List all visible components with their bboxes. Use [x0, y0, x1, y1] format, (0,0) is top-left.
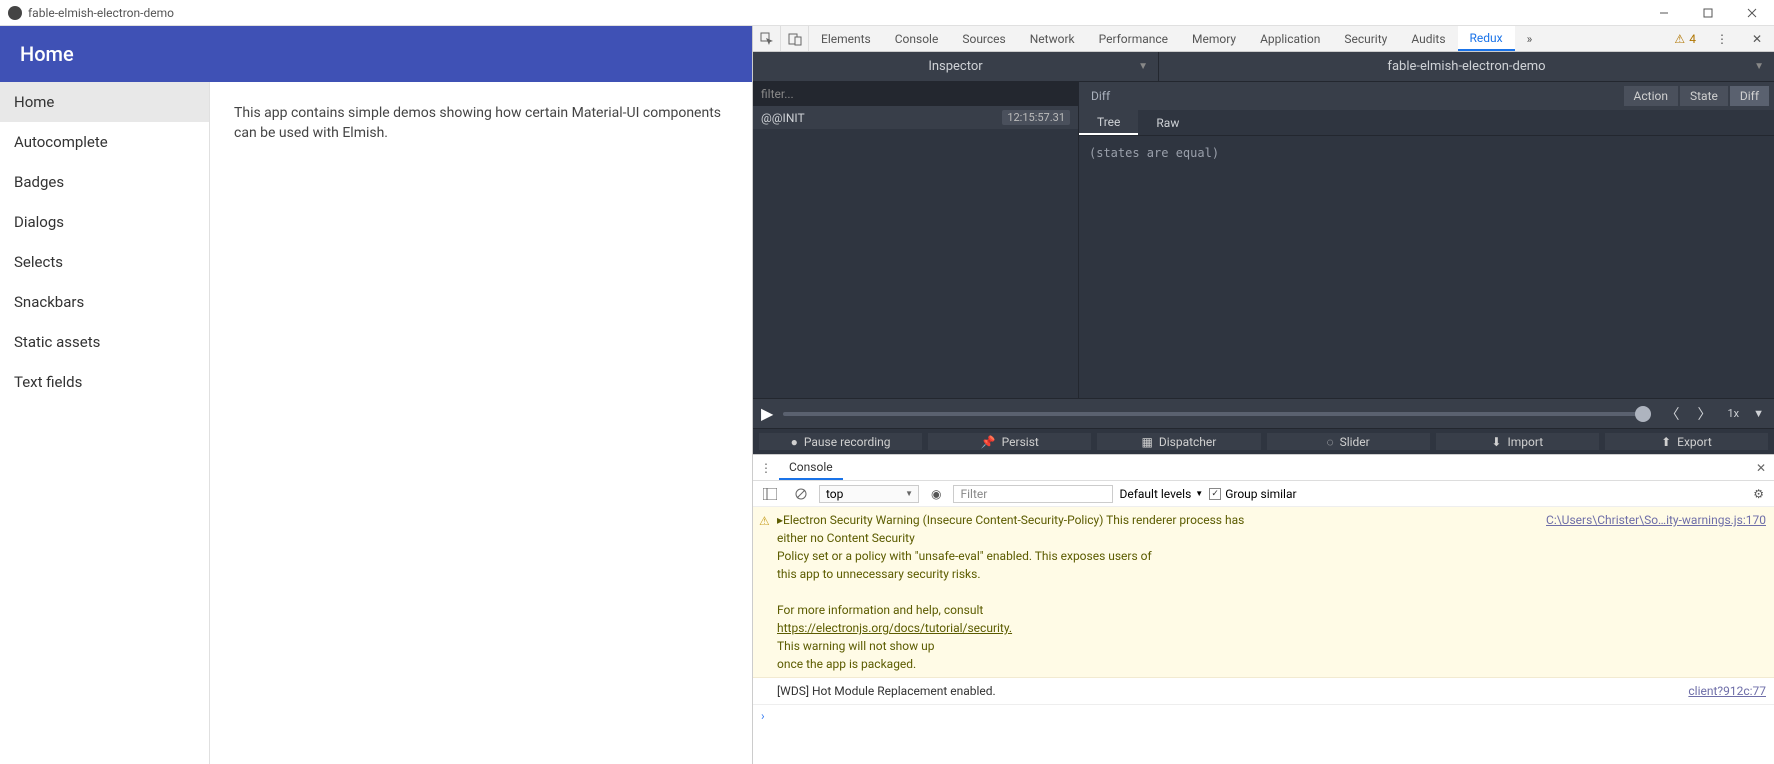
- sidebar-item-snackbars[interactable]: Snackbars: [0, 282, 209, 322]
- devtools-pane: Elements Console Sources Network Perform…: [752, 26, 1774, 764]
- play-icon[interactable]: ▶: [761, 404, 773, 423]
- devtools-menu-icon[interactable]: ⋮: [1704, 26, 1740, 51]
- console-menu-icon[interactable]: ⋮: [753, 461, 779, 475]
- help-link[interactable]: https://electronjs.org/docs/tutorial/sec…: [777, 621, 1012, 635]
- slider-icon: ◌: [1326, 435, 1333, 449]
- main-content: This app contains simple demos showing h…: [210, 82, 752, 764]
- page-title: Home: [20, 42, 74, 66]
- tab-audits[interactable]: Audits: [1399, 26, 1457, 51]
- tabs-overflow-icon[interactable]: »: [1515, 26, 1545, 51]
- warning-icon: ⚠: [1674, 32, 1685, 46]
- intro-text: This app contains simple demos showing h…: [234, 105, 721, 141]
- redux-mode-state[interactable]: State: [1680, 86, 1728, 106]
- message-source[interactable]: C:\Users\Christer\So…ity-warnings.js:170: [1546, 511, 1766, 529]
- tab-memory[interactable]: Memory: [1180, 26, 1248, 51]
- export-button[interactable]: ⬆Export: [1605, 433, 1768, 450]
- pin-icon: 📌: [981, 435, 996, 449]
- devtools-tabs: Elements Console Sources Network Perform…: [753, 26, 1774, 52]
- playback-speed[interactable]: 1x: [1725, 407, 1741, 420]
- chevron-down-icon[interactable]: ▼: [1751, 407, 1766, 420]
- app-bar: Home: [0, 26, 752, 82]
- tab-network[interactable]: Network: [1018, 26, 1087, 51]
- redux-mode-diff[interactable]: Diff: [1730, 86, 1769, 106]
- app-icon: [8, 6, 22, 20]
- tab-sources[interactable]: Sources: [950, 26, 1017, 51]
- maximize-button[interactable]: [1686, 0, 1730, 26]
- redux-subtab-tree[interactable]: Tree: [1079, 110, 1138, 135]
- sidebar-item-static-assets[interactable]: Static assets: [0, 322, 209, 362]
- inspect-element-icon[interactable]: [753, 26, 781, 51]
- tab-redux[interactable]: Redux: [1458, 26, 1515, 51]
- sidebar: Home Autocomplete Badges Dialogs Selects…: [0, 82, 210, 764]
- upload-icon: ⬆: [1661, 435, 1671, 449]
- chevron-down-icon: ▼: [1754, 61, 1764, 72]
- execution-context-select[interactable]: top: [819, 485, 919, 503]
- warning-icon: ⚠: [759, 512, 770, 530]
- tab-elements[interactable]: Elements: [809, 26, 883, 51]
- checkbox-icon: ✓: [1209, 488, 1221, 500]
- redux-mode-action[interactable]: Action: [1624, 86, 1678, 106]
- console-message[interactable]: client?912c:77 [WDS] Hot Module Replacem…: [753, 678, 1774, 705]
- pause-recording-button[interactable]: ●Pause recording: [759, 433, 922, 450]
- console-prompt[interactable]: ›: [753, 705, 1774, 727]
- dispatcher-button[interactable]: ▦Dispatcher: [1097, 433, 1260, 450]
- console-tab[interactable]: Console: [779, 455, 843, 480]
- persist-button[interactable]: 📌Persist: [928, 433, 1091, 450]
- slider-button[interactable]: ◌Slider: [1267, 433, 1430, 450]
- step-forward-icon[interactable]: 〉: [1693, 404, 1715, 424]
- message-source[interactable]: client?912c:77: [1688, 682, 1766, 700]
- console-output: ⚠ C:\Users\Christer\So…ity-warnings.js:1…: [753, 507, 1774, 764]
- log-levels-select[interactable]: Default levels▼: [1119, 487, 1203, 501]
- redux-subtab-raw[interactable]: Raw: [1138, 110, 1197, 135]
- redux-action-time: 12:15:57.31: [1002, 110, 1070, 125]
- redux-diff-body: (states are equal): [1079, 136, 1774, 398]
- device-toolbar-icon[interactable]: [781, 26, 809, 51]
- tab-security[interactable]: Security: [1332, 26, 1399, 51]
- warnings-badge[interactable]: ⚠ 4: [1666, 26, 1704, 51]
- window-titlebar: fable-elmish-electron-demo: [0, 0, 1774, 26]
- redux-instance-dropdown[interactable]: fable-elmish-electron-demo ▼: [1159, 52, 1774, 81]
- console-settings-icon[interactable]: ⚙: [1747, 481, 1770, 506]
- redux-toolbar: ●Pause recording 📌Persist ▦Dispatcher ◌S…: [753, 428, 1774, 454]
- sidebar-item-text-fields[interactable]: Text fields: [0, 362, 209, 402]
- tab-console[interactable]: Console: [883, 26, 951, 51]
- console-close-icon[interactable]: ✕: [1748, 461, 1774, 475]
- redux-detail: Diff Action State Diff Tree Raw: [1079, 82, 1774, 398]
- minimize-button[interactable]: [1642, 0, 1686, 26]
- redux-slider-track[interactable]: [783, 412, 1651, 416]
- close-button[interactable]: [1730, 0, 1774, 26]
- clear-console-icon[interactable]: [789, 481, 813, 506]
- redux-slider-thumb[interactable]: [1635, 406, 1651, 422]
- console-drawer: ⋮ Console ✕ top ◉ Filter Default levels▼…: [753, 454, 1774, 764]
- sidebar-item-badges[interactable]: Badges: [0, 162, 209, 202]
- console-message[interactable]: ⚠ C:\Users\Christer\So…ity-warnings.js:1…: [753, 507, 1774, 678]
- sidebar-item-dialogs[interactable]: Dialogs: [0, 202, 209, 242]
- sidebar-item-autocomplete[interactable]: Autocomplete: [0, 122, 209, 162]
- record-icon: ●: [791, 435, 798, 449]
- tab-performance[interactable]: Performance: [1087, 26, 1180, 51]
- download-icon: ⬇: [1491, 435, 1501, 449]
- window-title: fable-elmish-electron-demo: [28, 6, 174, 20]
- sidebar-item-selects[interactable]: Selects: [0, 242, 209, 282]
- console-sidebar-toggle-icon[interactable]: [757, 481, 783, 506]
- live-expression-icon[interactable]: ◉: [925, 481, 947, 506]
- app-pane: Home Home Autocomplete Badges Dialogs Se…: [0, 26, 752, 764]
- redux-action-list: filter... @@INIT 12:15:57.31: [753, 82, 1079, 398]
- sidebar-item-home[interactable]: Home: [0, 82, 209, 122]
- redux-inspector-dropdown[interactable]: Inspector ▼: [753, 52, 1159, 81]
- redux-playback: ▶ 〈 〉 1x ▼: [753, 398, 1774, 428]
- redux-action-name: @@INIT: [761, 111, 805, 125]
- dispatch-icon: ▦: [1142, 435, 1153, 449]
- devtools-close-icon[interactable]: ✕: [1740, 26, 1774, 51]
- group-similar-toggle[interactable]: ✓Group similar: [1209, 487, 1296, 501]
- step-back-icon[interactable]: 〈: [1661, 404, 1683, 424]
- redux-action-row[interactable]: @@INIT 12:15:57.31: [753, 106, 1078, 129]
- redux-panel: Inspector ▼ fable-elmish-electron-demo ▼…: [753, 52, 1774, 454]
- chevron-down-icon: ▼: [1138, 61, 1148, 72]
- tab-application[interactable]: Application: [1248, 26, 1332, 51]
- redux-mode-label: Diff: [1079, 82, 1122, 110]
- redux-filter-input[interactable]: filter...: [753, 82, 1078, 106]
- import-button[interactable]: ⬇Import: [1436, 433, 1599, 450]
- console-filter-input[interactable]: Filter: [953, 485, 1113, 503]
